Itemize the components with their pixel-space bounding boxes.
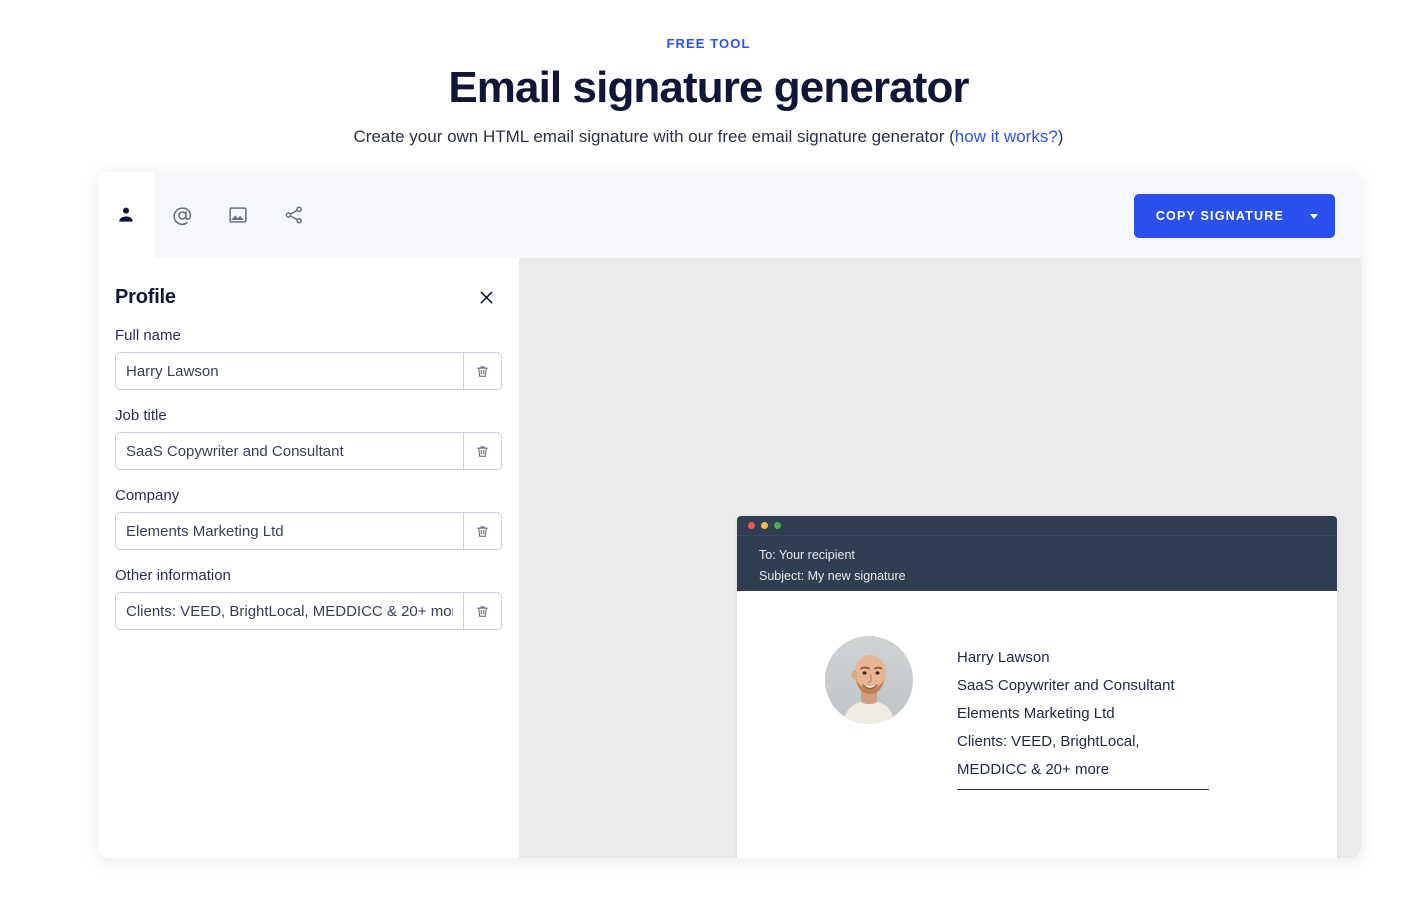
close-panel-button[interactable] <box>473 284 499 310</box>
signature-preview-area: To: Your recipient Subject: My new signa… <box>519 258 1361 858</box>
signature-text: Harry Lawson SaaS Copywriter and Consult… <box>957 636 1209 790</box>
delete-full-name-button[interactable] <box>463 353 501 389</box>
other-information-input[interactable] <box>116 593 463 629</box>
job-title-input[interactable] <box>116 433 463 469</box>
tab-toolbar: COPY SIGNATURE <box>98 172 1361 258</box>
share-icon <box>283 204 305 226</box>
field-label-job-title: Job title <box>115 407 167 424</box>
close-icon <box>480 291 492 303</box>
copy-signature-label: COPY SIGNATURE <box>1155 209 1284 223</box>
signature-line-job-title: SaaS Copywriter and Consultant <box>957 677 1175 694</box>
avatar-photo <box>825 636 913 724</box>
subtitle-text-after: ) <box>1057 127 1064 147</box>
tab-list <box>98 172 322 258</box>
page-subtitle: Create your own HTML email signature wit… <box>0 127 1417 147</box>
input-row-job-title <box>115 432 502 470</box>
avatar <box>825 636 913 724</box>
panel-header: Profile <box>115 284 502 310</box>
field-other-information: Other information <box>115 567 502 630</box>
signature-block: Harry Lawson SaaS Copywriter and Consult… <box>737 591 1337 790</box>
email-to-line: To: Your recipient <box>759 548 855 562</box>
generator-card: COPY SIGNATURE Profile Full name Harry L… <box>98 172 1361 858</box>
tab-profile[interactable] <box>98 172 154 258</box>
field-label-full-name: Full name <box>115 327 181 344</box>
eyebrow-label: FREE TOOL <box>666 36 751 51</box>
window-traffic-lights <box>737 516 1337 536</box>
email-meta: To: Your recipient Subject: My new signa… <box>737 536 1337 587</box>
email-subject-line: Subject: My new signature <box>759 569 906 583</box>
copy-signature-button[interactable]: COPY SIGNATURE <box>1133 194 1335 238</box>
signature-line-company: Elements Marketing Ltd <box>957 705 1115 722</box>
hero-section: FREE TOOL Email signature generator Crea… <box>0 0 1417 147</box>
page-title: Email signature generator <box>448 63 969 112</box>
panel-title: Profile <box>115 285 176 308</box>
field-label-company: Company <box>115 487 180 504</box>
delete-company-button[interactable] <box>463 513 501 549</box>
signature-line-other: Clients: VEED, BrightLocal, MEDDICC & 20… <box>957 733 1140 778</box>
trash-icon <box>477 445 488 457</box>
maximize-dot-icon <box>774 522 781 529</box>
image-icon <box>227 204 249 226</box>
page-root: FREE TOOL Email signature generator Crea… <box>0 0 1417 902</box>
how-it-works-link[interactable]: how it works? <box>955 127 1058 146</box>
tab-images[interactable] <box>210 172 266 258</box>
email-preview-window: To: Your recipient Subject: My new signa… <box>737 516 1337 858</box>
trash-icon <box>477 365 488 377</box>
input-row-company <box>115 512 502 550</box>
at-sign-icon <box>171 204 194 227</box>
field-label-other-information: Other information <box>115 567 231 584</box>
email-window-header: To: Your recipient Subject: My new signa… <box>737 516 1337 591</box>
trash-icon <box>477 525 488 537</box>
subtitle-text-before: Create your own HTML email signature wit… <box>353 127 955 147</box>
close-dot-icon <box>748 522 755 529</box>
delete-job-title-button[interactable] <box>463 433 501 469</box>
chevron-down-icon[interactable] <box>1310 213 1318 219</box>
signature-divider <box>957 789 1209 790</box>
field-job-title: Job title <box>115 407 502 470</box>
input-row-other-information <box>115 592 502 630</box>
company-input[interactable] <box>116 513 463 549</box>
trash-icon <box>477 605 488 617</box>
input-row-full-name <box>115 352 502 390</box>
tab-contact-details[interactable] <box>154 172 210 258</box>
delete-other-information-button[interactable] <box>463 593 501 629</box>
tab-social[interactable] <box>266 172 322 258</box>
minimize-dot-icon <box>761 522 768 529</box>
field-company: Company <box>115 487 502 550</box>
signature-line-name: Harry Lawson <box>957 649 1050 666</box>
full-name-input[interactable] <box>116 353 463 389</box>
field-full-name: Full name <box>115 327 502 390</box>
person-icon <box>115 204 137 226</box>
profile-panel: Profile Full name Harry Lawson Job title… <box>98 258 519 858</box>
